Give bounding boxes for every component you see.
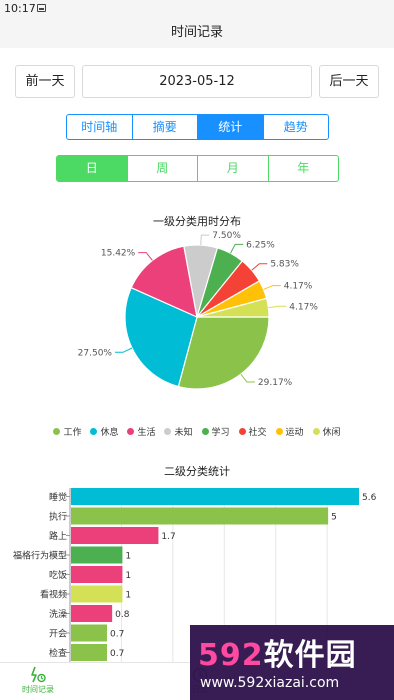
bar-category-label: 检查 [49,647,67,659]
image-icon [37,4,46,12]
legend-label: 社交 [248,428,267,438]
legend-swatch [127,428,135,435]
next-day-button[interactable]: 后一天 [319,65,379,98]
prev-day-button[interactable]: 前一天 [15,65,75,98]
legend-label: 休息 [100,428,119,438]
bar-value-label: 0.8 [115,610,130,620]
watermark-number: 592 [198,638,264,673]
bar-3 [71,546,123,564]
bar-category-label: 洗澡 [49,608,67,620]
legend-label: 休闲 [322,428,341,438]
pie-value-label: 4.17% [284,282,313,292]
timer-icon [31,666,46,683]
legend-item[interactable]: 生活 [127,425,155,438]
pie-leader-line-1 [114,347,133,353]
watermark-text: 软件园 [263,638,357,673]
bar-category-label: 看视频 [40,589,67,601]
status-time: 10:17 [4,2,36,15]
tab-time-record[interactable]: 时间记录 [8,663,68,700]
bar-category-label: 吃饭 [49,569,67,581]
watermark-logo: 592软件园 www.592xiazai.com [190,625,394,700]
legend-item[interactable]: 休息 [90,425,118,438]
legend-item[interactable]: 工作 [53,425,81,438]
bar-chart-title: 二级分类统计 [164,465,230,478]
pie-value-label: 29.17% [258,378,293,388]
legend-label: 未知 [174,428,193,438]
pie-value-label: 6.25% [246,240,275,250]
legend-swatch [90,428,98,435]
pie-leader-line-4 [230,243,244,254]
legend-item[interactable]: 运动 [275,425,304,438]
page-title: 时间记录 [0,18,394,48]
pie-chart: 29.17% 27.50% 15.42% 7.50% 6.25% 5.83% 4.17% 4.… [78,231,318,390]
pie-value-label: 7.50% [212,231,241,241]
bar-category-label: 执行 [49,511,67,523]
tab-month[interactable]: 月 [198,156,269,181]
pie-leader-line-5 [251,263,268,271]
tab-summary[interactable]: 摘要 [133,115,198,139]
tab-day[interactable]: 日 [57,156,128,181]
bar-category-label: 路上 [49,530,67,542]
watermark-url: www.592xiazai.com [200,675,340,691]
tab-timeline[interactable]: 时间轴 [67,115,133,139]
legend-item[interactable]: 社交 [238,425,267,438]
pie-legend: 工作 休息 生活 未知 学习 社交 运动 休闲 [0,425,394,438]
bar-value-label: 0.7 [110,649,124,659]
bar-category-label: 开会 [49,628,67,640]
bar-1 [71,507,329,525]
pie-leader-line-7 [268,305,287,309]
pie-value-label: 27.50% [78,348,113,358]
tab-trend[interactable]: 趋势 [264,115,329,139]
legend-label: 工作 [63,428,82,438]
pie-value-label: 15.42% [101,249,136,259]
legend-label: 运动 [285,428,304,438]
bar-value-label: 0.7 [110,630,124,640]
legend-swatch [312,428,320,435]
bar-4 [71,566,123,583]
legend-swatch [53,428,61,435]
legend-item[interactable]: 学习 [201,425,230,438]
bar-value-label: 1 [125,571,131,581]
legend-label: 生活 [137,428,156,438]
bar-value-label: 1.7 [161,532,175,542]
date-picker[interactable]: 2023-05-12 [82,65,312,98]
bar-value-label: 1 [125,591,131,601]
bar-category-label: 福格行为模型 [13,550,67,562]
status-bar: 10:17 [0,0,394,18]
bar-value-label: 5.6 [362,493,377,503]
bar-7 [71,624,107,642]
pie-value-label: 5.83% [270,260,299,270]
legend-item[interactable]: 未知 [164,425,193,438]
view-tab-group: 时间轴 摘要 统计 趋势 [66,114,329,140]
legend-item[interactable]: 休闲 [312,425,341,438]
tab-year[interactable]: 年 [269,156,339,181]
pie-value-label: 4.17% [289,302,318,312]
pie-leader-line-0 [240,373,255,383]
legend-swatch [275,428,283,435]
tab-statistics[interactable]: 统计 [198,115,264,139]
pie-leader-line-3 [200,234,210,246]
legend-label: 学习 [211,428,230,438]
bar-value-label: 1 [125,552,131,562]
bar-value-label: 5 [331,513,337,523]
bar-0 [71,488,359,505]
tab-week[interactable]: 周 [128,156,198,181]
period-tab-group: 日 周 月 年 [56,155,339,182]
pie-leader-line-6 [263,285,281,290]
bar-6 [71,605,113,622]
legend-swatch [164,428,172,435]
bar-2 [71,527,159,544]
legend-swatch [238,428,246,435]
bar-5 [71,585,123,603]
legend-swatch [201,428,209,435]
pie-leader-line-2 [138,252,153,261]
bar-8 [71,644,107,661]
tab-time-record-label: 时间记录 [22,685,54,694]
bar-category-label: 睡觉 [49,491,67,503]
